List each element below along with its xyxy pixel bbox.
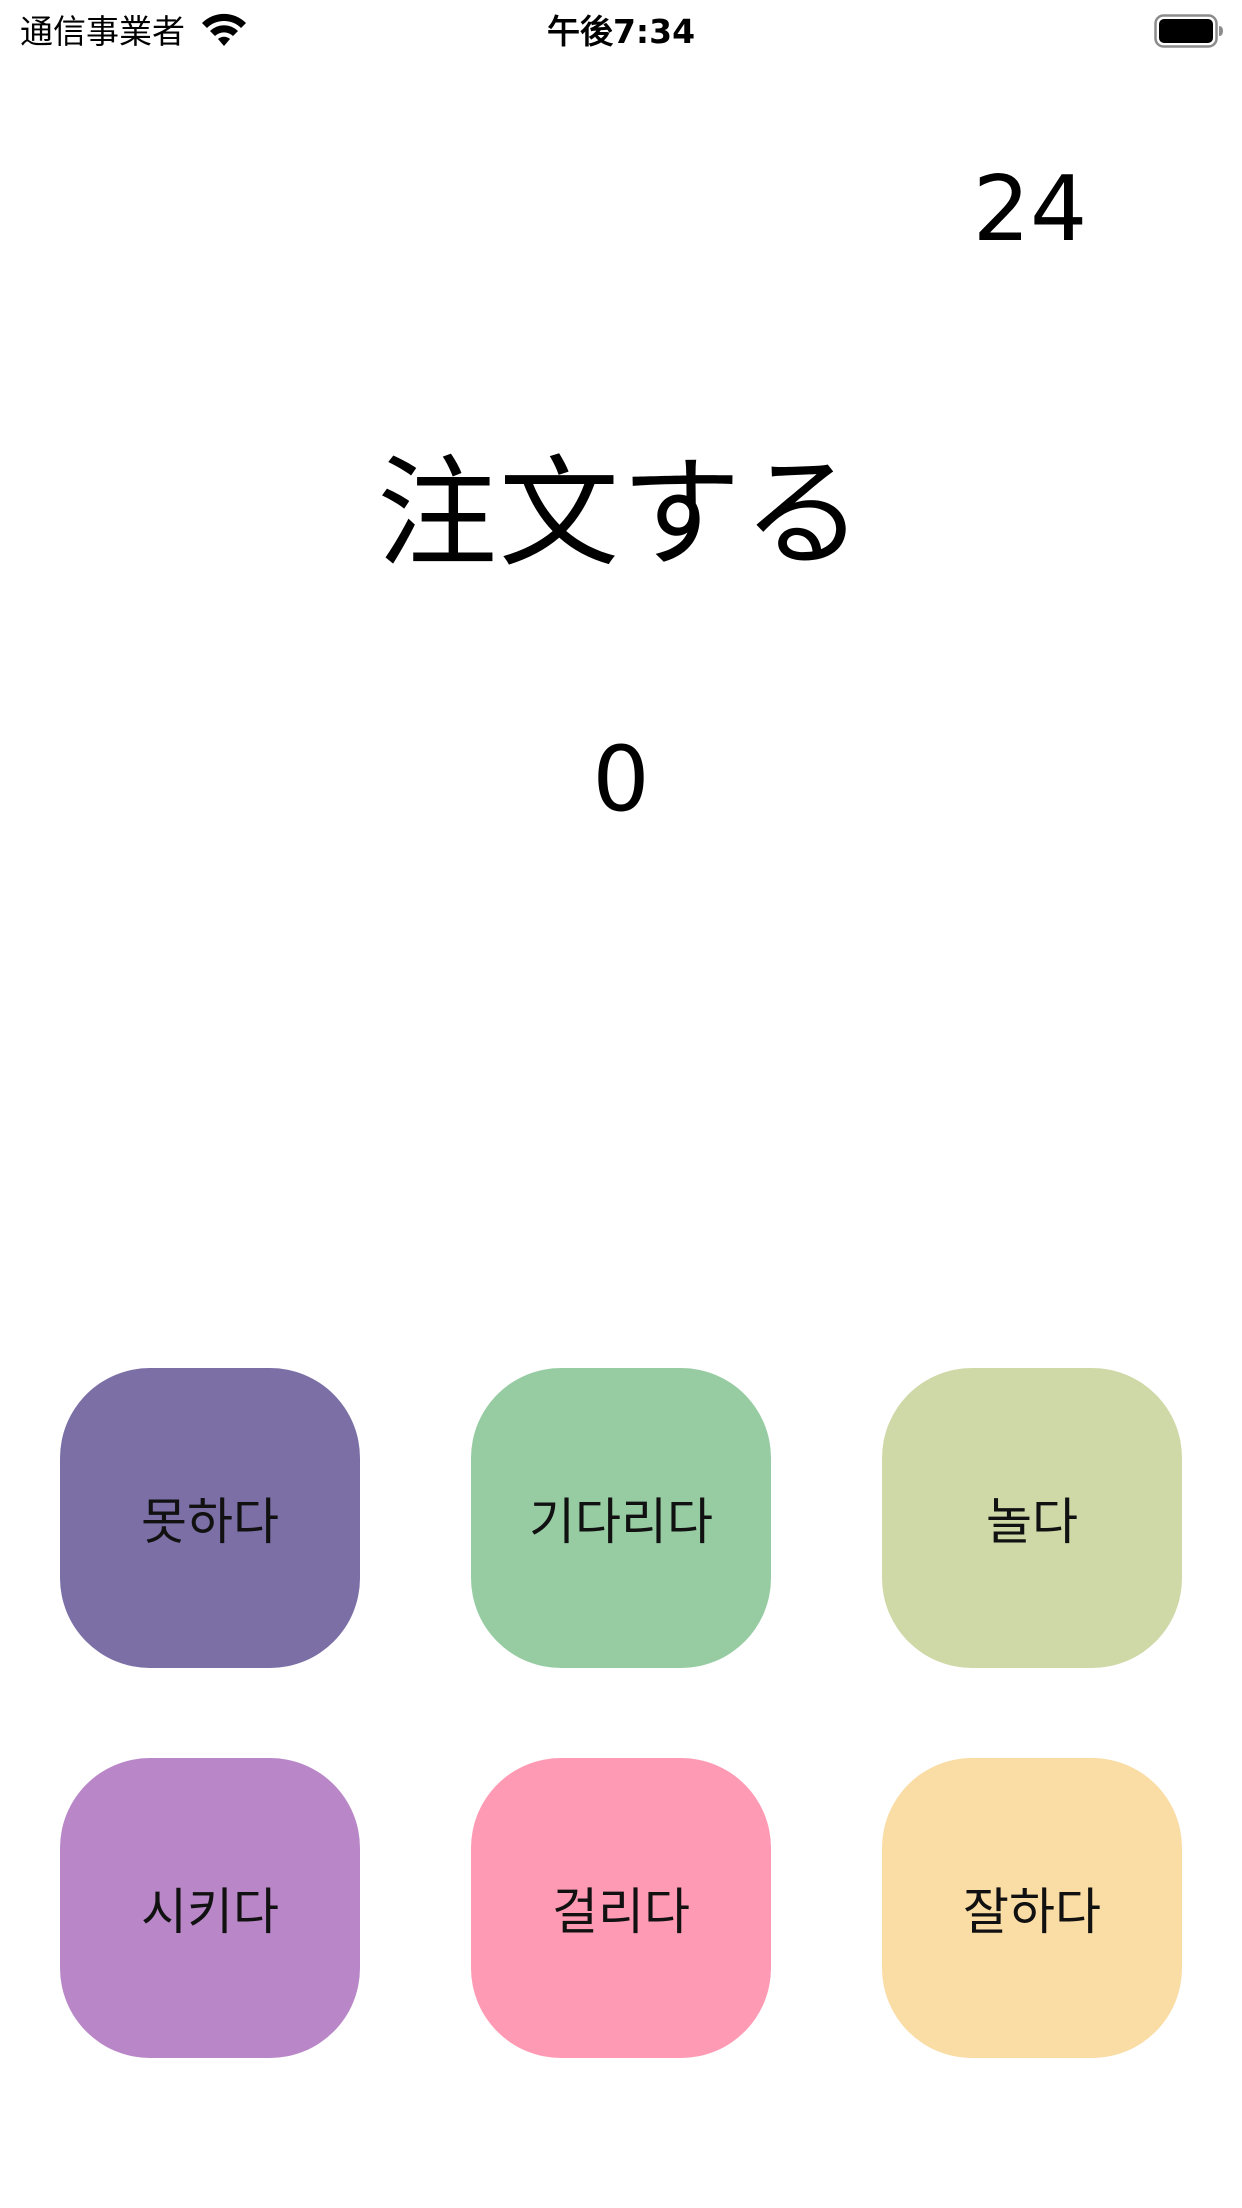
status-time: 午後7:34 (546, 12, 696, 51)
score-counter: 0 (592, 727, 650, 832)
status-bar: 通信事業者 午後7:34 (0, 0, 1242, 62)
answer-button-6[interactable]: 잘하다 (882, 1758, 1182, 2058)
answer-label: 잘하다 (963, 1883, 1101, 1941)
answer-button-2[interactable]: 기다리다 (471, 1368, 771, 1668)
answer-button-5[interactable]: 걸리다 (471, 1758, 771, 2058)
battery-icon (1154, 14, 1223, 48)
answer-button-1[interactable]: 못하다 (60, 1368, 360, 1668)
answer-label: 못하다 (141, 1493, 279, 1551)
answer-button-4[interactable]: 시키다 (60, 1758, 360, 2058)
countdown-timer: 24 (972, 157, 1088, 262)
answer-label: 놀다 (986, 1493, 1078, 1551)
answer-label: 시키다 (141, 1883, 279, 1941)
question-word: 注文する (377, 445, 865, 584)
answer-button-3[interactable]: 놀다 (882, 1368, 1182, 1668)
answer-label: 기다리다 (529, 1493, 713, 1551)
answer-label: 걸리다 (552, 1883, 690, 1941)
